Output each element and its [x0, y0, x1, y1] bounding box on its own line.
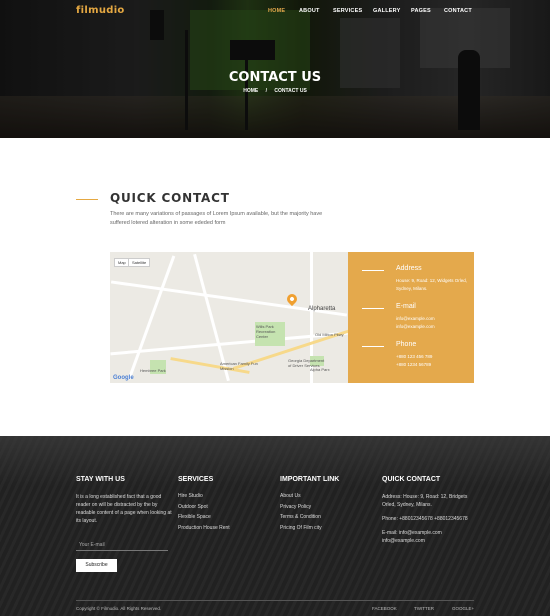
- footer-email-2[interactable]: info@example.com: [382, 537, 474, 545]
- copyright: Copyright © Filmudio. All Rights Reserve…: [76, 606, 162, 611]
- email-value-1[interactable]: info@example.com: [396, 315, 471, 323]
- nav-about[interactable]: ABOUT: [299, 8, 320, 14]
- section-title: QUICK CONTACT: [110, 191, 230, 205]
- footer-important-column: IMPORTANT LINK About Us Privacy Policy T…: [280, 476, 370, 535]
- nav-services[interactable]: SERVICES: [333, 8, 362, 14]
- email-divider: [362, 308, 384, 309]
- address-value: House: 9, Road: 12, Widgets Orled, Sydne…: [396, 278, 468, 291]
- nav-home[interactable]: HOME: [268, 8, 285, 14]
- nav-gallery[interactable]: GALLERY: [373, 8, 400, 14]
- phone-heading: Phone: [396, 341, 417, 348]
- social-google-link[interactable]: GOOGLE+: [452, 606, 474, 611]
- phone-divider: [362, 346, 384, 347]
- map-label: Georgia Department of Driver Services: [288, 358, 325, 368]
- newsletter-email-input[interactable]: Your E-mail: [76, 539, 168, 551]
- footer-link-hire-studio[interactable]: Hire Studio: [178, 493, 268, 499]
- footer-link-production-house[interactable]: Production House Rent: [178, 525, 268, 531]
- breadcrumb-home[interactable]: HOME: [243, 88, 258, 94]
- social-twitter-link[interactable]: TWITTER: [414, 606, 434, 611]
- map-label: Old Milton Pkwy: [315, 332, 344, 337]
- footer-phone: Phone: +88012345678 +88012345678: [382, 516, 468, 522]
- important-title: IMPORTANT LINK: [280, 476, 340, 483]
- map-label: Wills Park Recreation Center: [256, 324, 276, 339]
- map-label: Hembree Park: [140, 368, 166, 373]
- breadcrumb: HOME / CONTACT US: [0, 88, 550, 94]
- phone-value-1[interactable]: +880 123 456 789: [396, 353, 471, 361]
- map-city-label: Alpharetta: [308, 306, 336, 312]
- map-label: American Family Fun Mission: [220, 361, 258, 371]
- footer-services-column: SERVICES Hire Studio Outdoor Spot Flexib…: [178, 476, 268, 535]
- breadcrumb-current: CONTACT US: [274, 88, 307, 94]
- footer-stay-column: STAY WITH US It is a long established fa…: [76, 476, 176, 525]
- nav-pages[interactable]: PAGES: [411, 8, 431, 14]
- footer-divider: [76, 600, 474, 601]
- google-map[interactable]: Map Satellite Alpharetta Wills Park Recr…: [110, 252, 348, 383]
- stay-title: STAY WITH US: [76, 476, 125, 483]
- page-title: CONTACT US: [228, 70, 322, 85]
- logo[interactable]: filmudio: [76, 5, 125, 16]
- footer-link-terms[interactable]: Terms & Condition: [280, 514, 370, 520]
- camera-silhouette: [230, 40, 275, 60]
- footer-quick-contact-title: QUICK CONTACT: [382, 476, 441, 483]
- email-value-2[interactable]: info@example.com: [396, 323, 471, 331]
- footer-link-privacy[interactable]: Privacy Policy: [280, 504, 370, 510]
- contact-info-panel: Address House: 9, Road: 12, Widgets Orle…: [348, 252, 474, 383]
- nav-contact[interactable]: CONTACT: [444, 8, 472, 14]
- camera-rig-silhouette: [150, 10, 164, 40]
- footer-link-pricing[interactable]: Pricing Of Film city: [280, 525, 370, 531]
- breadcrumb-separator: /: [265, 88, 267, 94]
- subscribe-button[interactable]: Subscribe: [76, 559, 117, 572]
- map-marker-icon[interactable]: [284, 291, 300, 307]
- section-title-line: [76, 199, 98, 200]
- google-logo[interactable]: Google: [113, 375, 134, 381]
- footer-link-outdoor-spot[interactable]: Outdoor Spot: [178, 504, 268, 510]
- footer-email-1[interactable]: E-mail: info@example.com: [382, 529, 474, 537]
- footer-quick-contact-column: QUICK CONTACT Address: House: 9, Road: 1…: [382, 476, 474, 545]
- satellite-view-button[interactable]: Satellite: [128, 258, 151, 267]
- stay-text: It is a long established fact that a goo…: [76, 494, 172, 524]
- address-heading: Address: [396, 265, 422, 272]
- hero-banner: filmudio HOME ABOUT SERVICES GALLERY PAG…: [0, 0, 550, 138]
- footer-link-flexible-space[interactable]: Flexible Space: [178, 514, 268, 520]
- section-description: There are many variations of passages of…: [110, 211, 323, 226]
- footer-link-about[interactable]: About Us: [280, 493, 370, 499]
- address-divider: [362, 270, 384, 271]
- services-title: SERVICES: [178, 476, 214, 483]
- footer-address: Address: House: 9, Road: 12, Bridgets Or…: [382, 494, 468, 508]
- email-heading: E-mail: [396, 303, 416, 310]
- social-facebook-link[interactable]: FACEBOOK: [372, 606, 397, 611]
- phone-value-2[interactable]: +880 1234 56789: [396, 361, 471, 369]
